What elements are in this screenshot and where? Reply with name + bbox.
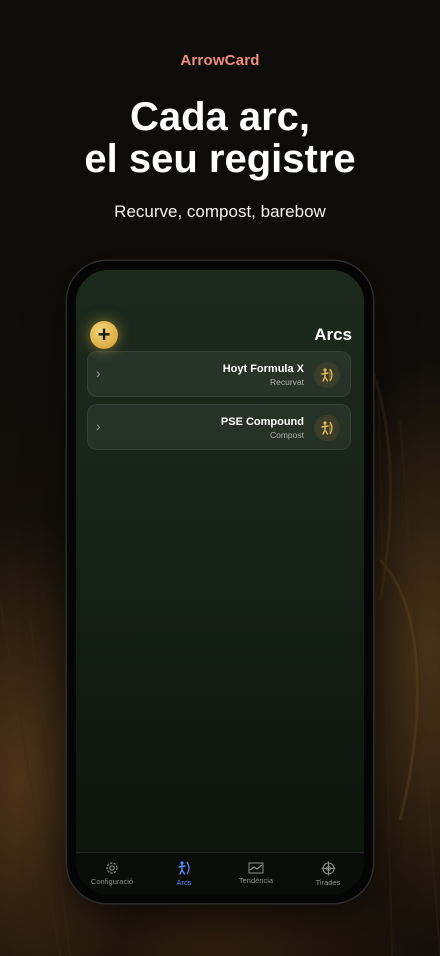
tab-label: Tirades xyxy=(315,877,341,887)
tab-label: Tendència xyxy=(238,876,274,885)
headline: Cada arc, el seu registre xyxy=(0,96,440,180)
page-title: Arcs xyxy=(314,325,352,344)
archer-icon xyxy=(314,415,340,441)
bow-name: PSE Compound xyxy=(220,416,304,428)
tab-tendencia[interactable]: Tendència xyxy=(220,853,292,894)
headline-line-1: Cada arc, xyxy=(129,95,311,139)
chart-icon xyxy=(248,862,264,874)
tab-arcs[interactable]: Arcs xyxy=(148,853,220,894)
bow-list-item[interactable]: › PSE Compound Compost xyxy=(87,404,351,450)
bow-type: Recurvat xyxy=(269,377,304,387)
target-icon xyxy=(321,861,336,876)
app-screen: + Arcs › Hoyt Formula X Recurvat › PSE C… xyxy=(76,270,364,894)
subheadline: Recurve, compost, barebow xyxy=(114,202,326,221)
tab-label: Arcs xyxy=(176,878,192,887)
bow-list-item[interactable]: › Hoyt Formula X Recurvat xyxy=(87,351,351,397)
tab-tirades[interactable]: Tirades xyxy=(292,853,364,894)
tab-configuracio[interactable]: Configuració xyxy=(76,853,148,894)
add-bow-button[interactable]: + xyxy=(90,321,118,349)
bow-list: › Hoyt Formula X Recurvat › PSE Compound… xyxy=(87,351,351,457)
brand-name: ArrowCard xyxy=(180,52,260,69)
tab-bar: Configuració Arcs Tendència Tirades xyxy=(76,852,364,894)
bow-name: Hoyt Formula X xyxy=(222,363,304,375)
chevron-right-icon: › xyxy=(96,365,101,381)
archer-icon xyxy=(176,860,192,876)
tab-label: Configuració xyxy=(90,877,134,886)
headline-line-2: el seu registre xyxy=(84,137,356,181)
gear-icon xyxy=(105,861,119,875)
bow-type: Compost xyxy=(269,430,304,440)
archer-icon xyxy=(314,362,340,388)
chevron-right-icon: › xyxy=(96,418,101,434)
phone-mockup: + Arcs › Hoyt Formula X Recurvat › PSE C… xyxy=(67,261,373,903)
